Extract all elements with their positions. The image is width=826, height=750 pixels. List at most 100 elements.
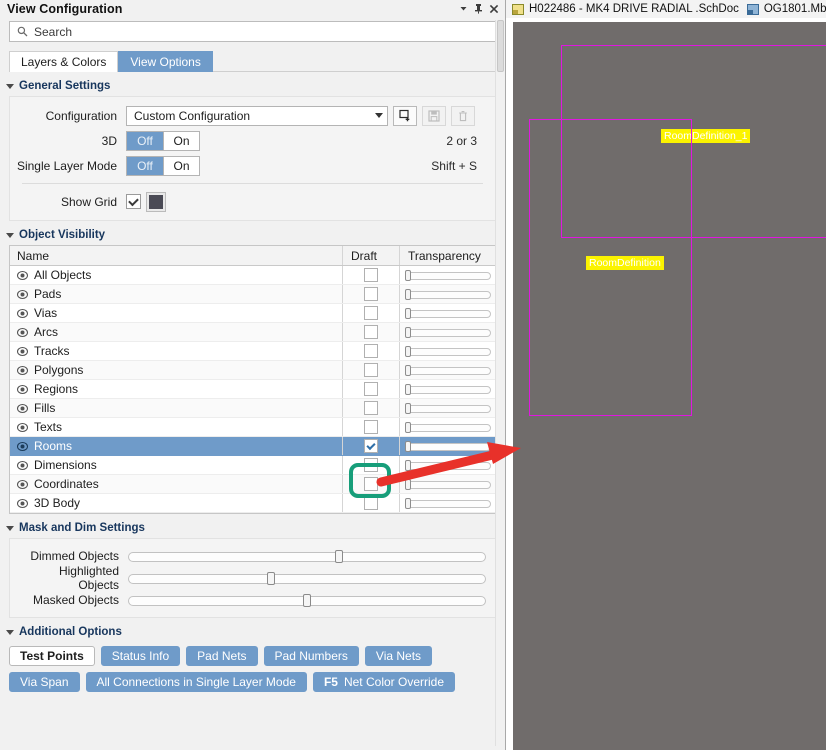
object-name-label: Tracks <box>34 344 70 358</box>
transparency-slider[interactable] <box>405 497 491 509</box>
draft-checkbox[interactable] <box>364 382 378 396</box>
table-row[interactable]: Texts <box>10 418 495 437</box>
section-header-object-visibility[interactable]: Object Visibility <box>0 221 505 245</box>
search-input[interactable] <box>34 23 488 40</box>
3d-toggle-on[interactable]: On <box>163 130 200 151</box>
transparency-slider[interactable] <box>405 478 491 490</box>
table-row[interactable]: Tracks <box>10 342 495 361</box>
room-label[interactable]: RoomDefinition <box>586 256 664 270</box>
draft-checkbox[interactable] <box>364 306 378 320</box>
scrollbar-thumb[interactable] <box>497 20 504 72</box>
save-configuration-button[interactable] <box>422 105 446 126</box>
single-layer-mode-toggle[interactable]: Off On <box>126 155 200 176</box>
visibility-eye-icon[interactable] <box>17 403 28 414</box>
3d-toggle[interactable]: Off On <box>126 130 200 151</box>
draft-checkbox[interactable] <box>364 420 378 434</box>
draft-checkbox[interactable] <box>364 344 378 358</box>
visibility-eye-icon[interactable] <box>17 498 28 509</box>
table-row[interactable]: Regions <box>10 380 495 399</box>
transparency-slider[interactable] <box>405 288 491 300</box>
option-button-via-span[interactable]: Via Span <box>9 672 80 692</box>
draft-checkbox[interactable] <box>364 401 378 415</box>
transparency-slider[interactable] <box>405 269 491 281</box>
grid-color-swatch[interactable] <box>146 191 166 212</box>
draft-checkbox[interactable] <box>364 363 378 377</box>
visibility-eye-icon[interactable] <box>17 308 28 319</box>
table-row[interactable]: Vias <box>10 304 495 323</box>
single-layer-mode-off[interactable]: Off <box>126 155 163 176</box>
table-row[interactable]: Arcs <box>10 323 495 342</box>
option-button-via-nets[interactable]: Via Nets <box>364 646 433 666</box>
slider-masked-objects[interactable] <box>128 593 486 607</box>
draft-checkbox[interactable] <box>364 477 378 491</box>
draft-checkbox[interactable] <box>364 325 378 339</box>
table-row[interactable]: Polygons <box>10 361 495 380</box>
visibility-eye-icon[interactable] <box>17 365 28 376</box>
draft-checkbox[interactable] <box>364 439 378 453</box>
tab-layers-and-colors[interactable]: Layers & Colors <box>9 51 119 72</box>
visibility-eye-icon[interactable] <box>17 479 28 490</box>
search-box[interactable] <box>9 21 496 42</box>
table-row[interactable]: Fills <box>10 399 495 418</box>
transparency-slider[interactable] <box>405 440 491 452</box>
document-tab[interactable]: H022486 - MK4 DRIVE RADIAL .SchDoc <box>512 3 739 15</box>
visibility-eye-icon[interactable] <box>17 270 28 281</box>
visibility-eye-icon[interactable] <box>17 327 28 338</box>
table-row[interactable]: Dimensions <box>10 456 495 475</box>
tab-view-options[interactable]: View Options <box>118 51 213 72</box>
transparency-slider[interactable] <box>405 326 491 338</box>
transparency-slider[interactable] <box>405 364 491 376</box>
transparency-slider[interactable] <box>405 345 491 357</box>
option-button-status-info[interactable]: Status Info <box>100 646 181 666</box>
visibility-eye-icon[interactable] <box>17 422 28 433</box>
slider-highlighted-objects[interactable] <box>128 571 486 585</box>
table-row[interactable]: Pads <box>10 285 495 304</box>
3d-shortcut-hint: 2 or 3 <box>446 133 477 148</box>
visibility-eye-icon[interactable] <box>17 384 28 395</box>
draft-checkbox[interactable] <box>364 458 378 472</box>
pin-icon[interactable] <box>471 1 486 16</box>
slider-dimmed-objects[interactable] <box>128 549 486 563</box>
transparency-slider[interactable] <box>405 459 491 471</box>
table-row[interactable]: 3D Body <box>10 494 495 513</box>
close-icon[interactable] <box>486 1 501 16</box>
single-layer-mode-on[interactable]: On <box>163 155 200 176</box>
document-tab[interactable]: OG1801.MbsDoc <box>746 3 826 15</box>
document-tab-label: H022486 - MK4 DRIVE RADIAL .SchDoc <box>529 3 739 15</box>
3d-toggle-off[interactable]: Off <box>126 130 163 151</box>
visibility-eye-icon[interactable] <box>17 441 28 452</box>
table-row[interactable]: All Objects <box>10 266 495 285</box>
visibility-eye-icon[interactable] <box>17 346 28 357</box>
transparency-slider[interactable] <box>405 307 491 319</box>
chevron-down-icon[interactable] <box>456 1 471 16</box>
visibility-eye-icon[interactable] <box>17 460 28 471</box>
section-header-mask-and-dim[interactable]: Mask and Dim Settings <box>0 514 505 538</box>
table-header-row: Name Draft Transparency <box>10 246 495 266</box>
transparency-slider[interactable] <box>405 383 491 395</box>
row-transparency-cell <box>399 285 495 303</box>
option-button-all-connections-in-single-layer-mode[interactable]: All Connections in Single Layer Mode <box>85 672 307 692</box>
draft-checkbox[interactable] <box>364 496 378 510</box>
panel-scrollbar[interactable] <box>495 20 504 746</box>
option-button-pad-numbers[interactable]: Pad Numbers <box>263 646 359 666</box>
table-row[interactable]: Rooms <box>10 437 495 456</box>
configuration-value: Custom Configuration <box>134 108 251 123</box>
section-header-additional-options[interactable]: Additional Options <box>0 618 505 642</box>
table-row[interactable]: Coordinates <box>10 475 495 494</box>
show-grid-checkbox[interactable] <box>126 194 141 209</box>
section-header-general-settings[interactable]: General Settings <box>0 72 505 96</box>
option-button-pad-nets[interactable]: Pad Nets <box>186 646 258 666</box>
transparency-slider[interactable] <box>405 402 491 414</box>
draft-checkbox[interactable] <box>364 287 378 301</box>
option-button-net-color-override[interactable]: F5 Net Color Override <box>312 672 455 692</box>
row-transparency-cell <box>399 456 495 474</box>
configuration-select[interactable]: Custom Configuration <box>126 105 388 126</box>
delete-configuration-button[interactable] <box>451 105 475 126</box>
add-configuration-button[interactable] <box>393 105 417 126</box>
visibility-eye-icon[interactable] <box>17 289 28 300</box>
transparency-slider[interactable] <box>405 421 491 433</box>
option-button-test-points[interactable]: Test Points <box>9 646 95 666</box>
pcb-canvas[interactable]: RoomDefinition_1 RoomDefinition <box>513 22 826 750</box>
3d-row: 3D Off On 2 or 3 <box>10 128 495 153</box>
draft-checkbox[interactable] <box>364 268 378 282</box>
